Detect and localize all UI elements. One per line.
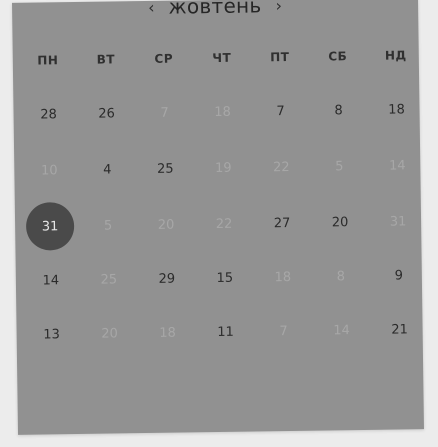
day-number: 28 bbox=[40, 106, 57, 122]
day-number: 26 bbox=[98, 105, 115, 122]
day-number: 25 bbox=[100, 271, 118, 288]
day-number: 18 bbox=[388, 101, 405, 118]
day-cell[interactable]: 7 bbox=[254, 311, 313, 352]
day-number: 19 bbox=[214, 160, 232, 176]
day-number: 22 bbox=[272, 159, 290, 175]
day-number: 4 bbox=[103, 161, 112, 178]
day-number: 11 bbox=[217, 324, 234, 340]
day-cell[interactable]: 22 bbox=[195, 204, 254, 245]
day-cell[interactable]: 8 bbox=[312, 256, 371, 297]
day-number: 31 bbox=[389, 213, 407, 230]
day-number: 20 bbox=[101, 325, 118, 342]
weekday-label: ЧТ bbox=[212, 50, 232, 66]
day-number: 5 bbox=[335, 158, 344, 174]
day-cell[interactable]: 18 bbox=[193, 92, 252, 133]
day-cell[interactable]: 5 bbox=[79, 205, 138, 246]
day-cell[interactable]: 21 bbox=[370, 309, 429, 350]
week-row: 28 26 7 18 7 8 18 bbox=[13, 89, 420, 135]
day-cell[interactable]: 19 bbox=[194, 148, 253, 189]
day-cell[interactable]: 4 bbox=[78, 149, 137, 190]
day-cell[interactable]: 9 bbox=[370, 255, 429, 296]
day-number: 14 bbox=[42, 272, 60, 288]
weekday-label: ВТ bbox=[96, 52, 116, 67]
day-cell[interactable]: 10 bbox=[20, 150, 79, 191]
day-number: 14 bbox=[388, 157, 406, 174]
day-cell[interactable]: 20 bbox=[137, 204, 196, 245]
day-cell[interactable]: 13 bbox=[22, 314, 81, 355]
day-number: 7 bbox=[276, 103, 285, 119]
day-cell[interactable]: 14 bbox=[368, 145, 427, 186]
day-number: 9 bbox=[394, 267, 404, 284]
day-number: 14 bbox=[333, 322, 350, 338]
day-number: 18 bbox=[274, 269, 292, 285]
week-row: 14 25 29 15 18 8 9 bbox=[16, 255, 423, 301]
month-title: жовтень bbox=[168, 0, 262, 19]
day-cell[interactable]: 7 bbox=[135, 92, 194, 133]
day-cell[interactable]: 25 bbox=[136, 148, 195, 189]
day-number: 8 bbox=[334, 102, 343, 118]
next-month-icon[interactable]: › bbox=[261, 0, 296, 15]
day-cell[interactable]: 26 bbox=[77, 93, 136, 134]
day-cell[interactable]: 8 bbox=[309, 90, 368, 131]
day-cell[interactable]: 29 bbox=[138, 258, 197, 299]
calendar-card: ‹ жовтень › ПН ВТ СР ЧТ ПТ СБ НД 28 26 7 18… bbox=[12, 0, 424, 435]
day-cell-selected[interactable]: 31 bbox=[21, 202, 80, 251]
day-cell[interactable]: 25 bbox=[80, 259, 139, 300]
day-number: 5 bbox=[103, 217, 113, 234]
day-cell[interactable]: 28 bbox=[19, 94, 78, 135]
day-cell[interactable]: 18 bbox=[254, 257, 313, 298]
day-cell[interactable]: 20 bbox=[311, 202, 370, 243]
day-number: 20 bbox=[157, 217, 175, 233]
day-cell[interactable]: 31 bbox=[369, 201, 428, 242]
day-number: 8 bbox=[336, 268, 346, 284]
weekday-label: ПТ bbox=[270, 49, 290, 65]
day-number: 21 bbox=[391, 321, 408, 338]
weekday-label: СР bbox=[154, 51, 174, 66]
day-cell[interactable]: 15 bbox=[196, 258, 255, 299]
day-number: 7 bbox=[160, 105, 169, 121]
day-cell[interactable]: 11 bbox=[196, 312, 255, 353]
day-cell[interactable]: 20 bbox=[80, 313, 139, 354]
day-cell[interactable]: 18 bbox=[138, 312, 197, 353]
day-cell[interactable]: 22 bbox=[252, 147, 311, 188]
day-cell[interactable]: 14 bbox=[312, 310, 371, 351]
day-cell[interactable]: 27 bbox=[253, 203, 312, 244]
day-number: 29 bbox=[158, 271, 176, 287]
prev-month-icon[interactable]: ‹ bbox=[134, 0, 169, 17]
day-cell[interactable]: 5 bbox=[310, 146, 369, 187]
day-number: 10 bbox=[40, 162, 58, 178]
day-number: 7 bbox=[279, 323, 288, 339]
day-number: 20 bbox=[331, 214, 349, 230]
day-number: 18 bbox=[214, 104, 231, 120]
weekday-label: СБ bbox=[328, 49, 348, 64]
day-number: 31 bbox=[25, 202, 75, 251]
day-number: 22 bbox=[215, 216, 233, 232]
weekday-row: ПН ВТ СР ЧТ ПТ СБ НД bbox=[13, 35, 420, 81]
day-cell[interactable]: 14 bbox=[22, 260, 81, 301]
week-row: 13 20 18 11 7 14 21 bbox=[16, 309, 423, 355]
calendar-header: ‹ жовтень › bbox=[12, 0, 418, 23]
day-number: 18 bbox=[159, 325, 176, 341]
day-number: 15 bbox=[216, 270, 234, 286]
weekday-label: ПН bbox=[37, 53, 59, 68]
day-cell[interactable]: 7 bbox=[251, 91, 310, 132]
weekday-label: НД bbox=[384, 48, 407, 63]
day-number: 27 bbox=[273, 215, 291, 231]
day-number: 25 bbox=[156, 161, 174, 177]
week-row: 31 5 20 22 27 20 31 bbox=[15, 201, 422, 251]
day-cell[interactable]: 18 bbox=[367, 89, 426, 130]
week-row: 10 4 25 19 22 5 14 bbox=[14, 145, 421, 191]
day-number: 13 bbox=[43, 326, 61, 342]
